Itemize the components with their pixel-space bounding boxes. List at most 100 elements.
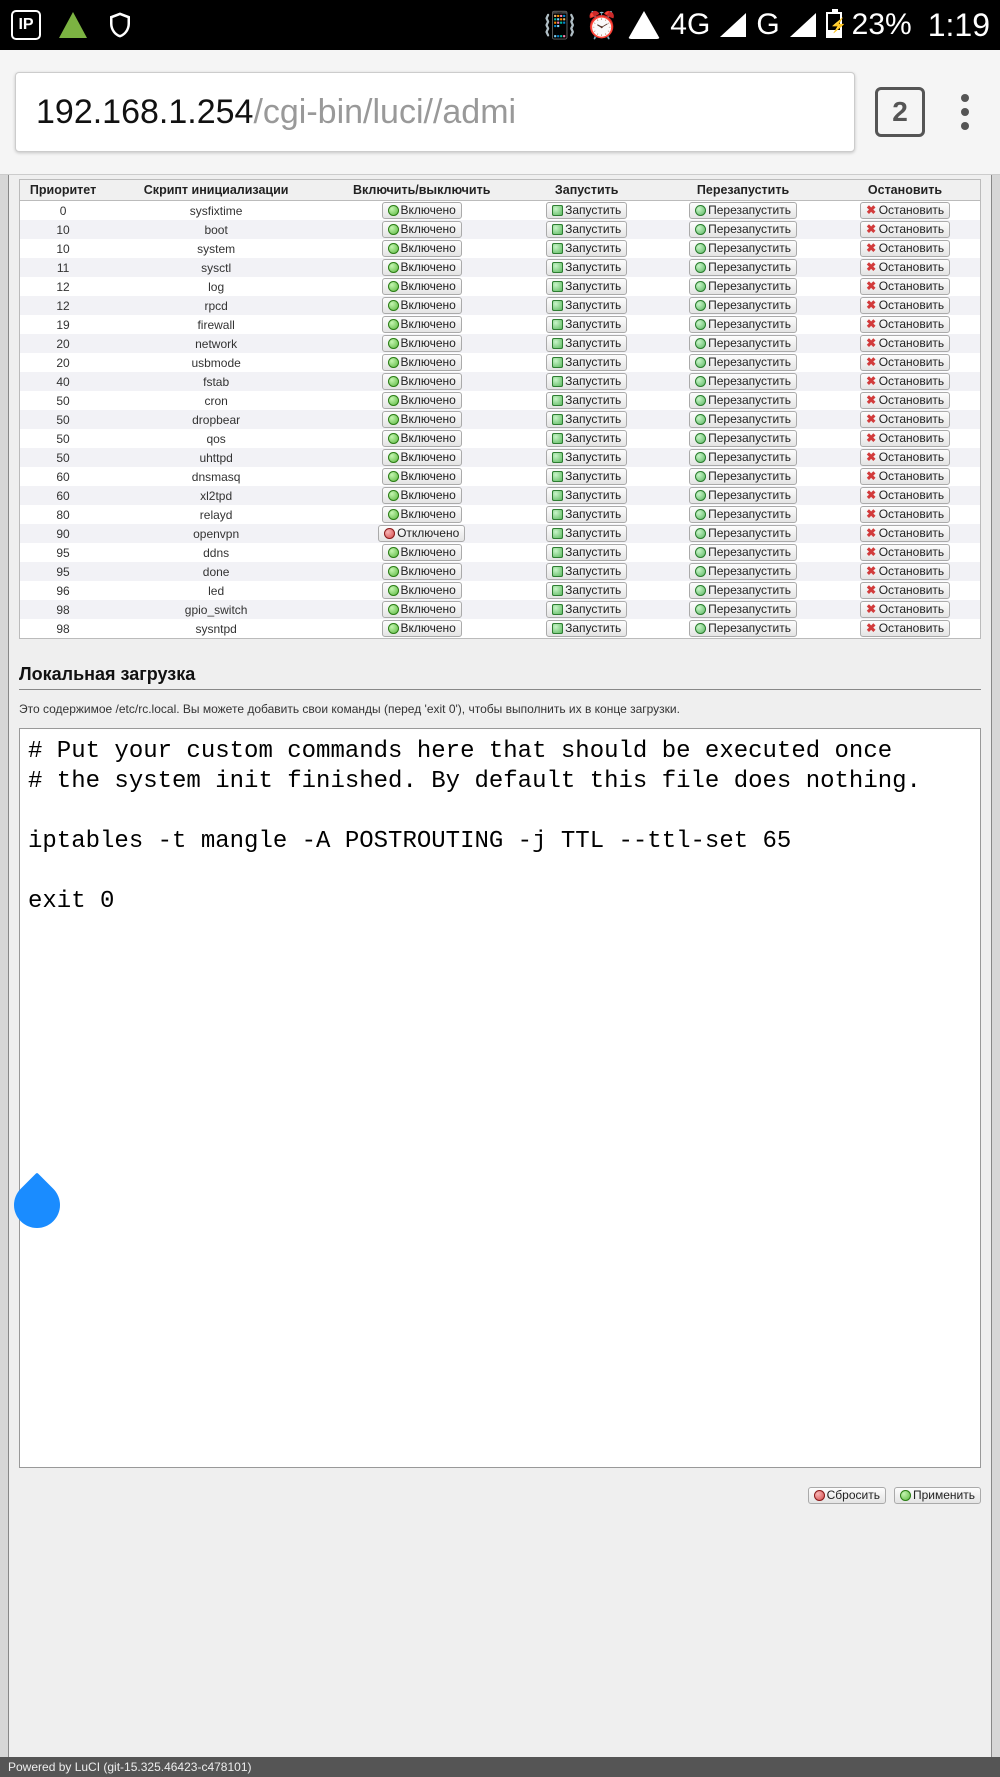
start-button[interactable]: Запустить [546,335,627,352]
stop-button[interactable]: ✖Остановить [860,582,951,599]
restart-button[interactable]: Перезапустить [689,316,797,333]
stop-button[interactable]: ✖Остановить [860,373,951,390]
toggle-button[interactable]: Включено [382,354,462,371]
restart-button[interactable]: Перезапустить [689,449,797,466]
restart-button[interactable]: Перезапустить [689,202,797,219]
stop-button[interactable]: ✖Остановить [860,620,951,637]
toggle-button[interactable]: Включено [382,563,462,580]
restart-button[interactable]: Перезапустить [689,563,797,580]
start-button[interactable]: Запустить [546,601,627,618]
toggle-button[interactable]: Включено [382,373,462,390]
restart-button[interactable]: Перезапустить [689,506,797,523]
toggle-button[interactable]: Включено [382,582,462,599]
restart-button[interactable]: Перезапустить [689,392,797,409]
toggle-button[interactable]: Включено [382,506,462,523]
stop-button[interactable]: ✖Остановить [860,525,951,542]
start-button[interactable]: Запустить [546,544,627,561]
start-button[interactable]: Запустить [546,582,627,599]
start-button[interactable]: Запустить [546,240,627,257]
stop-button[interactable]: ✖Остановить [860,487,951,504]
start-button[interactable]: Запустить [546,278,627,295]
start-button[interactable]: Запустить [546,468,627,485]
restart-button[interactable]: Перезапустить [689,221,797,238]
reset-button[interactable]: Сбросить [808,1487,886,1504]
rc-local-textarea[interactable] [19,728,981,1468]
toggle-button[interactable]: Включено [382,487,462,504]
stop-button[interactable]: ✖Остановить [860,297,951,314]
stop-button[interactable]: ✖Остановить [860,506,951,523]
stop-button[interactable]: ✖Остановить [860,430,951,447]
toggle-button[interactable]: Включено [382,468,462,485]
toggle-button[interactable]: Включено [382,335,462,352]
table-row: 95ddnsВключеноЗапуститьПерезапустить✖Ост… [20,543,981,562]
toggle-button[interactable]: Включено [382,449,462,466]
toggle-button[interactable]: Включено [382,601,462,618]
stop-button[interactable]: ✖Остановить [860,449,951,466]
start-button[interactable]: Запустить [546,449,627,466]
stop-button[interactable]: ✖Остановить [860,240,951,257]
start-button[interactable]: Запустить [546,221,627,238]
stop-button[interactable]: ✖Остановить [860,563,951,580]
restart-button[interactable]: Перезапустить [689,544,797,561]
toggle-button[interactable]: Включено [382,620,462,637]
stop-button[interactable]: ✖Остановить [860,354,951,371]
toggle-button[interactable]: Включено [382,316,462,333]
restart-button[interactable]: Перезапустить [689,259,797,276]
toggle-button[interactable]: Включено [382,411,462,428]
stop-button[interactable]: ✖Остановить [860,221,951,238]
start-button[interactable]: Запустить [546,259,627,276]
restart-button[interactable]: Перезапустить [689,354,797,371]
address-bar[interactable]: 192.168.1.254/cgi-bin/luci//admi [15,72,855,152]
stop-button[interactable]: ✖Остановить [860,335,951,352]
start-button[interactable]: Запустить [546,373,627,390]
stop-button[interactable]: ✖Остановить [860,544,951,561]
toggle-button[interactable]: Включено [382,240,462,257]
restart-button[interactable]: Перезапустить [689,620,797,637]
stop-button[interactable]: ✖Остановить [860,259,951,276]
start-button[interactable]: Запустить [546,354,627,371]
restart-button[interactable]: Перезапустить [689,601,797,618]
restart-button[interactable]: Перезапустить [689,240,797,257]
toggle-button[interactable]: Включено [382,202,462,219]
stop-button[interactable]: ✖Остановить [860,392,951,409]
start-button[interactable]: Запустить [546,392,627,409]
stop-button[interactable]: ✖Остановить [860,468,951,485]
start-button[interactable]: Запустить [546,202,627,219]
restart-button[interactable]: Перезапустить [689,525,797,542]
restart-button[interactable]: Перезапустить [689,297,797,314]
toggle-button[interactable]: Включено [382,297,462,314]
restart-button[interactable]: Перезапустить [689,430,797,447]
start-button[interactable]: Запустить [546,487,627,504]
tab-switcher[interactable]: 2 [875,87,925,137]
restart-button[interactable]: Перезапустить [689,278,797,295]
toggle-button[interactable]: Включено [382,259,462,276]
toggle-button[interactable]: Включено [382,278,462,295]
restart-button[interactable]: Перезапустить [689,582,797,599]
start-button[interactable]: Запустить [546,297,627,314]
toggle-button[interactable]: Включено [382,392,462,409]
toggle-button[interactable]: Включено [382,221,462,238]
stop-button[interactable]: ✖Остановить [860,601,951,618]
start-button[interactable]: Запустить [546,525,627,542]
stop-button[interactable]: ✖Остановить [860,411,951,428]
restart-button[interactable]: Перезапустить [689,468,797,485]
toggle-button[interactable]: Отключено [378,525,465,542]
browser-menu[interactable] [945,94,985,130]
stop-button[interactable]: ✖Остановить [860,316,951,333]
start-button[interactable]: Запустить [546,506,627,523]
restart-button[interactable]: Перезапустить [689,335,797,352]
stop-button[interactable]: ✖Остановить [860,278,951,295]
toggle-button[interactable]: Включено [382,430,462,447]
script-name-cell: led [106,581,326,600]
apply-button[interactable]: Применить [894,1487,981,1504]
restart-button[interactable]: Перезапустить [689,411,797,428]
restart-button[interactable]: Перезапустить [689,373,797,390]
stop-button[interactable]: ✖Остановить [860,202,951,219]
start-button[interactable]: Запустить [546,316,627,333]
start-button[interactable]: Запустить [546,563,627,580]
start-button[interactable]: Запустить [546,411,627,428]
start-button[interactable]: Запустить [546,620,627,637]
toggle-button[interactable]: Включено [382,544,462,561]
restart-button[interactable]: Перезапустить [689,487,797,504]
start-button[interactable]: Запустить [546,430,627,447]
